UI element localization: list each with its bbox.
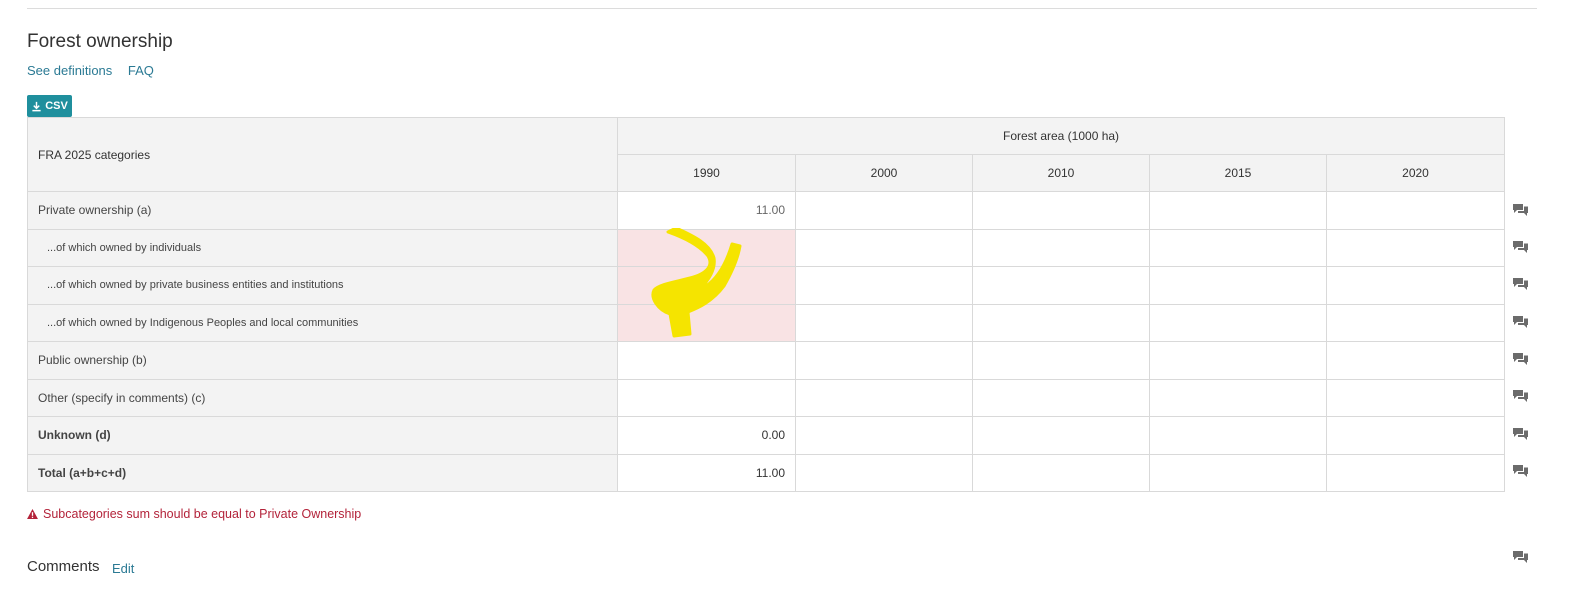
value-cell[interactable]: [972, 228, 1150, 267]
value-cell[interactable]: [972, 191, 1150, 230]
row-label: Total (a+b+c+d): [27, 453, 618, 492]
total-cell: 11.00: [617, 453, 796, 492]
value-cell[interactable]: [1325, 303, 1506, 342]
value-cell[interactable]: [1149, 266, 1327, 305]
value-cell[interactable]: [1325, 378, 1506, 417]
value-cell[interactable]: [795, 228, 973, 267]
total-cell: [1149, 453, 1327, 492]
value-cell[interactable]: [1149, 378, 1327, 417]
value-cell[interactable]: [795, 303, 973, 342]
year-header: 2010: [972, 154, 1150, 192]
section-title: Forest ownership: [27, 31, 173, 52]
value-cell[interactable]: 0.00: [617, 416, 796, 455]
comment-icon[interactable]: [1512, 464, 1529, 478]
value-cell[interactable]: [1325, 228, 1506, 267]
forest-ownership-table: FRA 2025 categories Forest area (1000 ha…: [27, 117, 1506, 492]
value-cell[interactable]: [1149, 341, 1327, 380]
table-row: Total (a+b+c+d) 11.00: [27, 453, 1506, 492]
comment-icon[interactable]: [1512, 203, 1529, 217]
total-cell: [795, 453, 973, 492]
value-cell[interactable]: [1149, 228, 1327, 267]
table-row: ...of which owned by individuals: [27, 228, 1506, 267]
table-row: Public ownership (b): [27, 341, 1506, 380]
comments-edit-link[interactable]: Edit: [112, 561, 134, 576]
value-cell[interactable]: [972, 378, 1150, 417]
warning-icon: [27, 509, 38, 519]
section-links: See definitions FAQ: [27, 63, 166, 78]
row-label: ...of which owned by private business en…: [27, 266, 618, 305]
table-row: Private ownership (a) 11.00: [27, 191, 1506, 230]
value-cell-error[interactable]: [617, 303, 796, 342]
value-cell[interactable]: [617, 341, 796, 380]
value-cell[interactable]: [795, 341, 973, 380]
value-cell[interactable]: [1149, 303, 1327, 342]
value-cell[interactable]: [1325, 416, 1506, 455]
value-cell[interactable]: [617, 378, 796, 417]
value-cell-error[interactable]: [617, 266, 796, 305]
table-row: ...of which owned by private business en…: [27, 266, 1506, 305]
value-cell[interactable]: [972, 416, 1150, 455]
table-row: ...of which owned by Indigenous Peoples …: [27, 303, 1506, 342]
table-row: Unknown (d) 0.00: [27, 416, 1506, 455]
comment-icon[interactable]: [1512, 352, 1529, 366]
value-cell[interactable]: 11.00: [617, 191, 796, 230]
total-cell: [972, 453, 1150, 492]
value-cell[interactable]: [795, 416, 973, 455]
value-cell[interactable]: [1325, 341, 1506, 380]
validation-warning: Subcategories sum should be equal to Pri…: [27, 507, 361, 521]
top-divider: [27, 8, 1537, 9]
row-label: Unknown (d): [27, 416, 618, 455]
value-cell[interactable]: [1149, 191, 1327, 230]
csv-label: CSV: [45, 100, 68, 112]
warning-text: Subcategories sum should be equal to Pri…: [43, 507, 362, 521]
faq-link[interactable]: FAQ: [128, 63, 154, 78]
year-header: 2000: [795, 154, 973, 192]
see-definitions-link[interactable]: See definitions: [27, 63, 112, 78]
row-label: ...of which owned by Indigenous Peoples …: [27, 303, 618, 342]
value-cell[interactable]: [795, 191, 973, 230]
year-header: 2020: [1325, 154, 1506, 192]
year-header: 2015: [1149, 154, 1327, 192]
comment-icon[interactable]: [1512, 389, 1529, 403]
row-label: ...of which owned by individuals: [27, 228, 618, 267]
year-header: 1990: [617, 154, 796, 192]
value-cell[interactable]: [1149, 416, 1327, 455]
category-header: FRA 2025 categories: [27, 117, 618, 192]
comment-icon[interactable]: [1512, 315, 1529, 329]
value-cell[interactable]: [1325, 266, 1506, 305]
comment-icon[interactable]: [1512, 550, 1529, 564]
value-cell[interactable]: [1325, 191, 1506, 230]
comments-title: Comments: [27, 558, 100, 575]
value-cell-error[interactable]: [617, 228, 796, 267]
row-label: Public ownership (b): [27, 341, 618, 380]
total-cell: [1325, 453, 1506, 492]
value-cell[interactable]: [972, 303, 1150, 342]
value-cell[interactable]: [795, 378, 973, 417]
csv-download-button[interactable]: CSV: [27, 95, 72, 117]
forest-area-header: Forest area (1000 ha): [616, 117, 1506, 155]
row-label: Other (specify in comments) (c): [27, 378, 618, 417]
download-icon: [32, 101, 41, 111]
table-row: Other (specify in comments) (c): [27, 378, 1506, 417]
row-label: Private ownership (a): [27, 191, 618, 230]
comment-icon[interactable]: [1512, 240, 1529, 254]
comment-icon[interactable]: [1512, 277, 1529, 291]
comment-icon[interactable]: [1512, 427, 1529, 441]
value-cell[interactable]: [795, 266, 973, 305]
value-cell[interactable]: [972, 341, 1150, 380]
value-cell[interactable]: [972, 266, 1150, 305]
